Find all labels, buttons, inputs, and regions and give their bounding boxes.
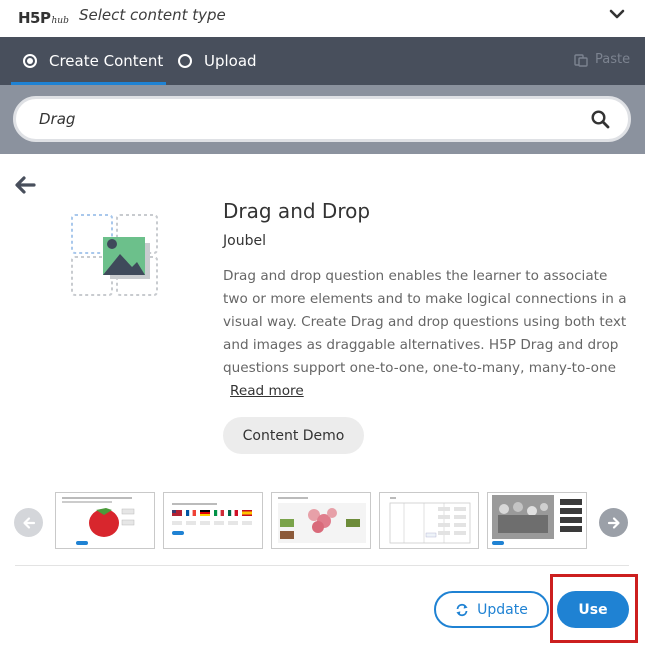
logo-h5p-text: H5P: [18, 9, 51, 27]
radio-selected-icon: [23, 54, 37, 68]
tab-upload-label: Upload: [204, 52, 257, 70]
search-bar: Drag: [0, 85, 645, 154]
search-query: Drag: [39, 110, 76, 128]
photo-screenshot[interactable]: [487, 492, 587, 549]
carousel-next-button[interactable]: [599, 508, 628, 537]
select-content-type-title[interactable]: Select content type: [79, 6, 226, 24]
table-screenshot[interactable]: [379, 492, 479, 549]
content-type-owner: Joubel: [223, 233, 266, 249]
paste-label: Paste: [595, 52, 631, 67]
highlight-box: [550, 574, 638, 643]
read-more-link[interactable]: Read more: [230, 383, 304, 399]
paste-icon: [574, 53, 588, 67]
search-input[interactable]: Drag: [13, 96, 631, 142]
arrow-right-icon: [607, 516, 620, 529]
paste-button[interactable]: Paste: [574, 52, 630, 67]
flags-screenshot[interactable]: [163, 492, 263, 549]
content-demo-button[interactable]: Content Demo: [223, 417, 364, 454]
drag-and-drop-icon: [71, 214, 158, 296]
carousel-prev-button[interactable]: [14, 508, 43, 537]
update-button[interactable]: Update: [434, 591, 549, 628]
search-icon[interactable]: [591, 110, 610, 129]
refresh-icon: [456, 603, 468, 616]
h5p-hub-logo: H5P hub: [18, 7, 69, 27]
top-bar[interactable]: H5P hub Select content type: [0, 0, 645, 37]
update-label: Update: [477, 601, 528, 618]
logo-hub-text: hub: [51, 16, 69, 26]
content-type-description: Drag and drop question enables the learn…: [223, 268, 627, 376]
divider: [15, 565, 629, 566]
chevron-down-icon[interactable]: [608, 8, 626, 22]
tab-bar: Create Content Upload Paste: [0, 37, 645, 85]
tab-create-content[interactable]: Create Content: [23, 37, 163, 85]
content-type-title: Drag and Drop: [223, 199, 371, 223]
fruits-screenshot[interactable]: [271, 492, 371, 549]
tab-upload[interactable]: Upload: [178, 37, 257, 85]
tab-create-content-label: Create Content: [49, 52, 164, 70]
radio-unselected-icon: [178, 54, 192, 68]
strawberry-screenshot[interactable]: [55, 492, 155, 549]
arrow-left-icon: [22, 516, 35, 529]
back-arrow-icon[interactable]: [14, 176, 36, 194]
